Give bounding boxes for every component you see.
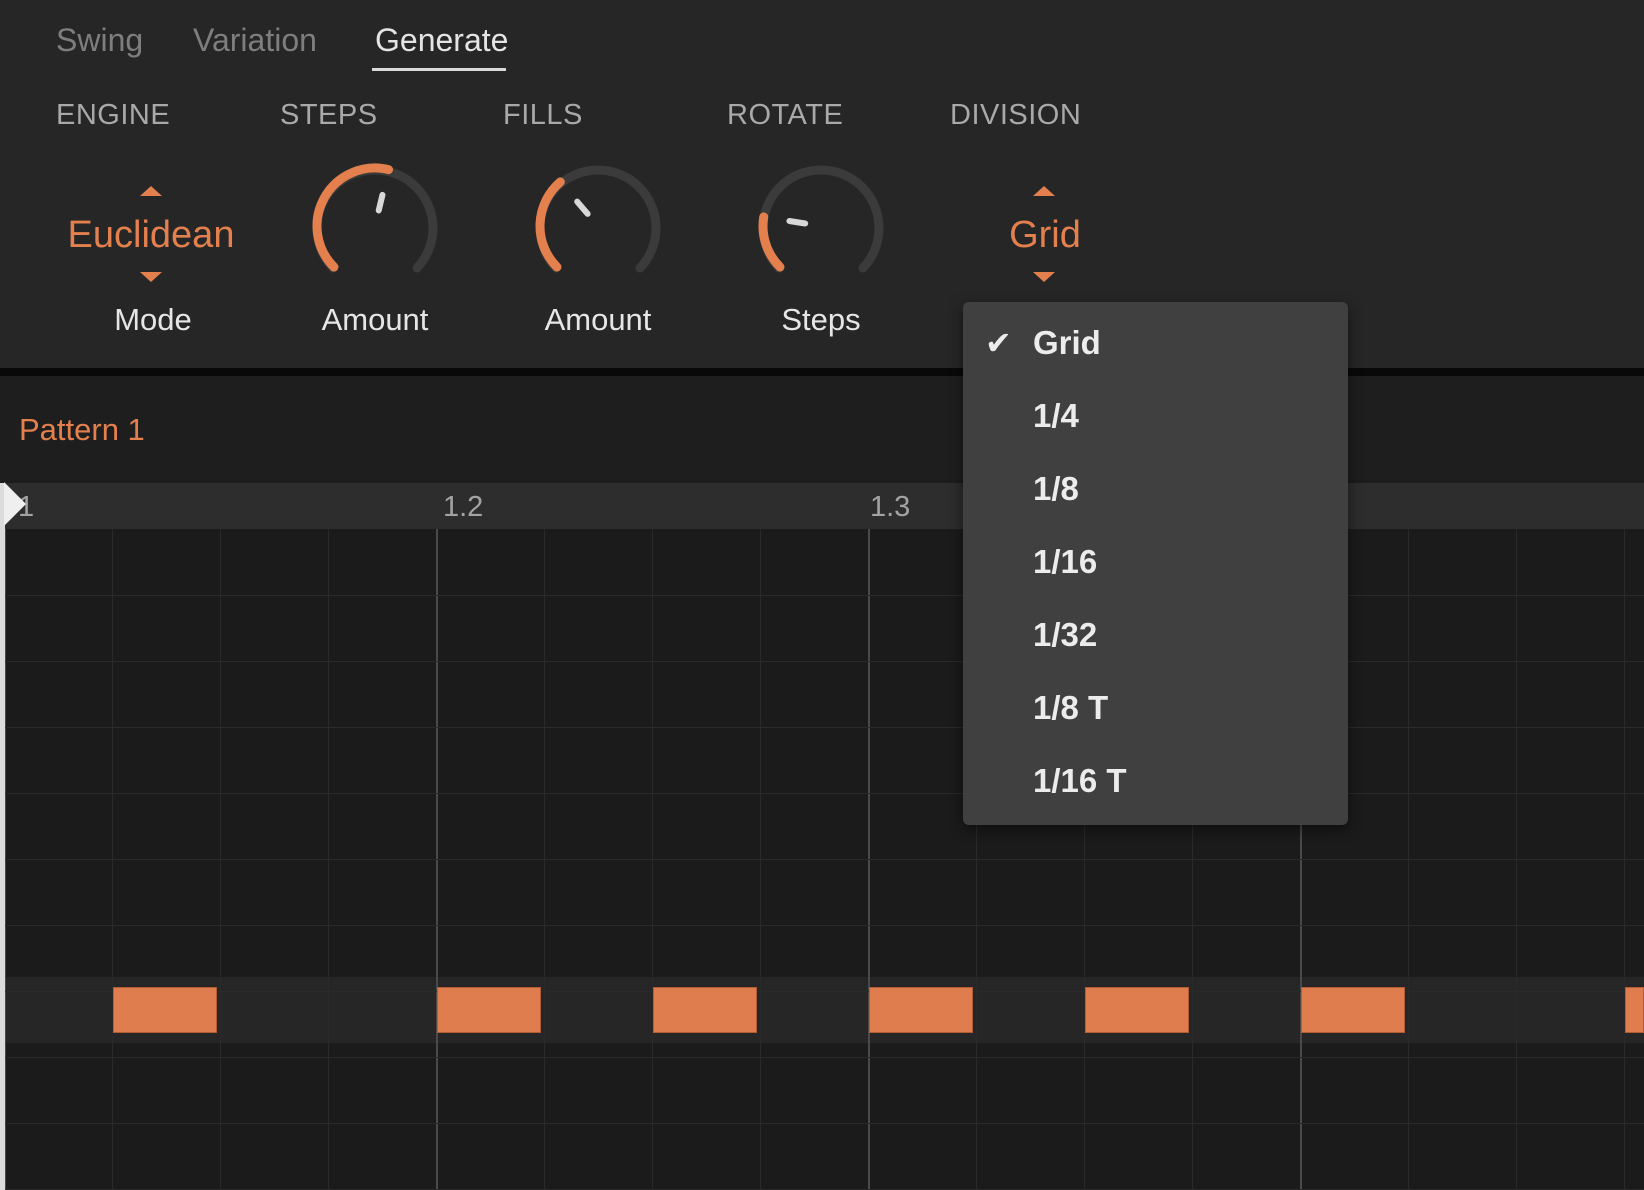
fills-knob-arc (535, 177, 565, 272)
grid-left-edge (0, 483, 5, 1190)
rotate-steps-knob[interactable] (751, 160, 891, 290)
division-option-label: 1/8 (1033, 470, 1079, 507)
fills-knob-pointer (574, 198, 591, 217)
division-option[interactable]: ✔ Grid (963, 306, 1348, 378)
grid-row-line (0, 1057, 1644, 1058)
engine-label: ENGINE (56, 99, 171, 131)
division-option[interactable]: 1/16 T (963, 744, 1348, 816)
panel-divider (0, 368, 1644, 376)
division-dropdown-menu: ✔ Grid 1/4 1/8 1/16 1/32 1/8 T 1/16 T (963, 302, 1348, 825)
note-block[interactable] (1625, 987, 1644, 1033)
timeline-ruler[interactable] (0, 483, 1644, 529)
tab-swing[interactable]: Swing (56, 22, 143, 59)
note-block[interactable] (653, 987, 757, 1033)
ruler-marker-1-3: 1.3 (870, 491, 911, 523)
division-option-label: 1/8 T (1033, 689, 1109, 726)
playhead-icon[interactable] (4, 482, 26, 526)
steps-knob-pointer (375, 191, 386, 214)
check-icon: ✔ (985, 325, 1012, 361)
note-block[interactable] (437, 987, 541, 1033)
grid-row-line (0, 727, 1644, 728)
division-value[interactable]: Grid (985, 214, 1105, 257)
grid-row-line (0, 793, 1644, 794)
division-option-label: 1/16 (1033, 543, 1098, 580)
piano-roll-grid[interactable] (0, 529, 1644, 1190)
division-option[interactable]: 1/8 (963, 452, 1348, 524)
arrow-down-icon[interactable] (1033, 272, 1055, 282)
division-option-label: 1/16 T (1033, 762, 1127, 799)
fills-label: FILLS (503, 99, 583, 131)
fills-caption: Amount (544, 302, 652, 337)
division-option-label: Grid (1033, 324, 1101, 361)
ruler-marker-1-2: 1.2 (443, 491, 484, 523)
division-option[interactable]: 1/4 (963, 379, 1348, 451)
rotate-caption: Steps (781, 302, 861, 337)
note-block[interactable] (1301, 987, 1405, 1033)
note-block[interactable] (113, 987, 217, 1033)
rotate-knob-pointer (786, 217, 809, 227)
tab-variation[interactable]: Variation (193, 22, 317, 59)
note-block[interactable] (869, 987, 973, 1033)
grid-row-line (0, 859, 1644, 860)
rotate-knob-arc (758, 212, 785, 272)
arrow-up-icon[interactable] (1033, 186, 1055, 196)
arrow-up-icon[interactable] (140, 186, 162, 196)
division-label: DIVISION (950, 99, 1082, 131)
grid-row-line (0, 661, 1644, 662)
division-option[interactable]: 1/16 (963, 525, 1348, 597)
rotate-label: ROTATE (727, 99, 844, 131)
grid-row-line (0, 925, 1644, 926)
grid-row-line (0, 595, 1644, 596)
steps-label: STEPS (280, 99, 378, 131)
grid-row-line (0, 1123, 1644, 1124)
active-tab-indicator (372, 68, 506, 71)
steps-amount-knob[interactable] (305, 160, 445, 290)
steps-knob-arc (312, 163, 394, 272)
engine-mode-value[interactable]: Euclidean (66, 214, 236, 257)
engine-mode-caption: Mode (114, 302, 192, 337)
division-option[interactable]: 1/32 (963, 598, 1348, 670)
tab-generate[interactable]: Generate (375, 22, 508, 59)
fills-amount-knob[interactable] (528, 160, 668, 290)
note-block[interactable] (1085, 987, 1189, 1033)
pattern-header (0, 376, 1644, 480)
division-option[interactable]: 1/8 T (963, 671, 1348, 743)
arrow-down-icon[interactable] (140, 272, 162, 282)
division-option-label: 1/4 (1033, 397, 1079, 434)
division-option-label: 1/32 (1033, 616, 1098, 653)
pattern-title: Pattern 1 (19, 412, 145, 447)
steps-caption: Amount (321, 302, 429, 337)
